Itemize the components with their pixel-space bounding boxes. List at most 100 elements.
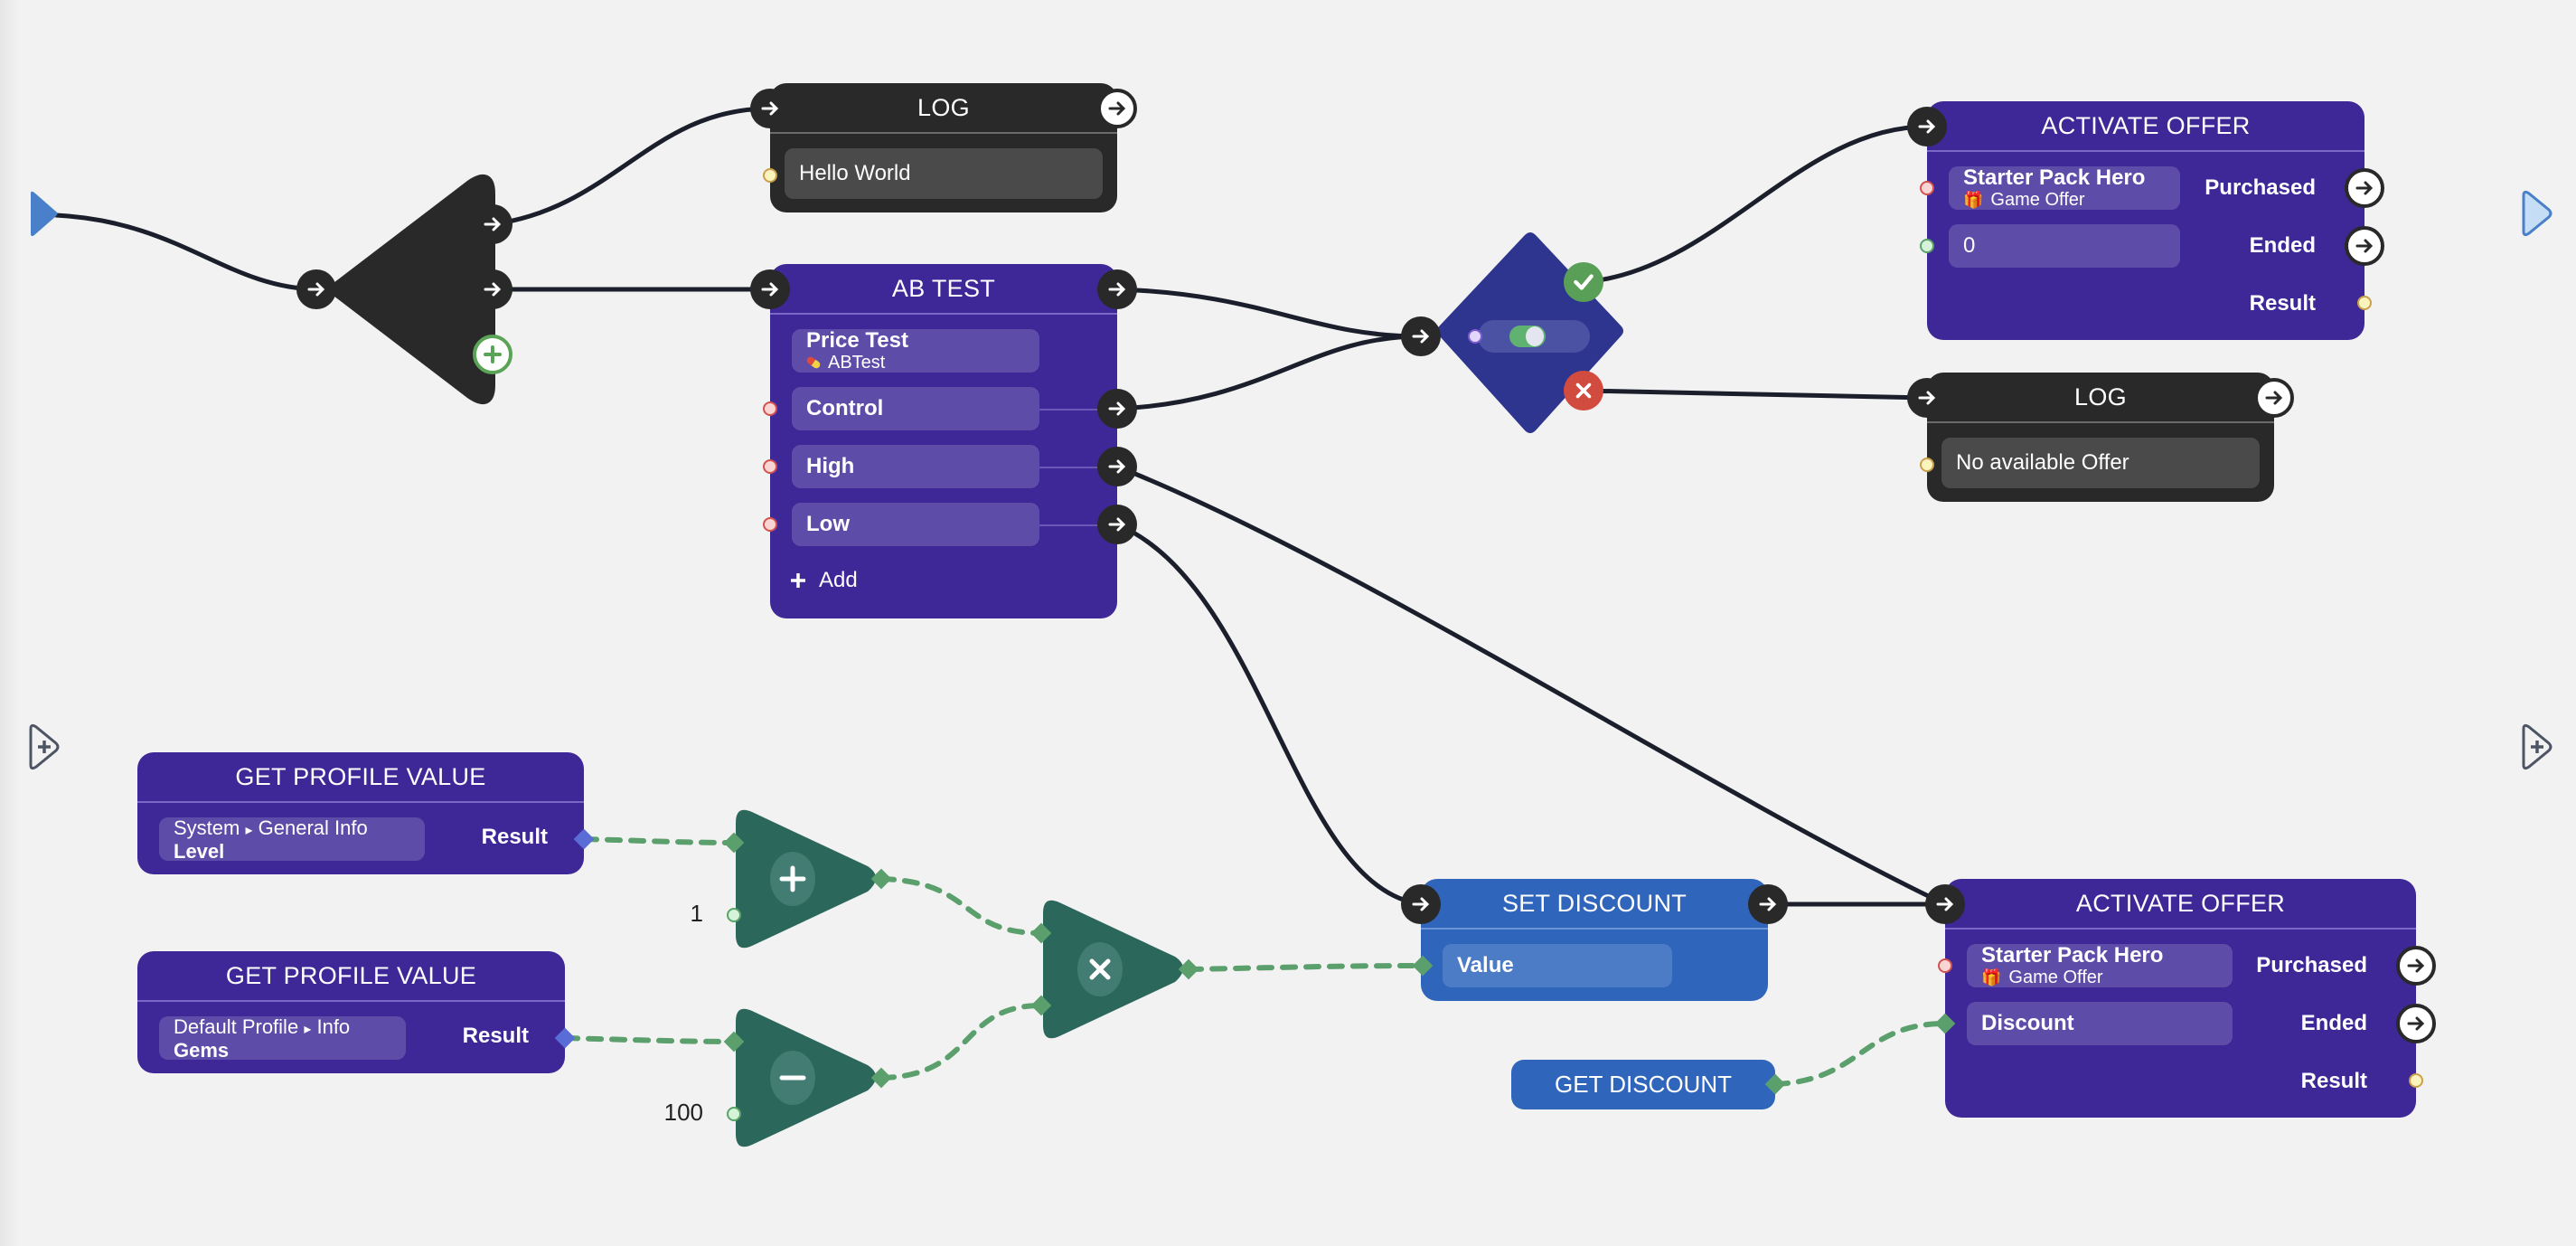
ab-variant-low[interactable]: Low: [792, 503, 1039, 546]
wire-gems-to-subtract[interactable]: [562, 1035, 737, 1044]
condition-flow-input-port[interactable]: [1401, 316, 1441, 356]
wire-low-to-set-discount[interactable]: [1114, 522, 1424, 907]
log-node-hello[interactable]: LOG Hello World: [770, 83, 1117, 212]
ab-variant-high[interactable]: High: [792, 445, 1039, 488]
arrow-right-icon: [1108, 517, 1126, 532]
log-message-value: Hello World: [799, 161, 911, 185]
log-hello-input-port[interactable]: [750, 89, 790, 128]
get-profile-value-gems[interactable]: GET PROFILE VALUE Default Profile ▸ Info…: [137, 951, 565, 1073]
end-flow-marker[interactable]: [2520, 188, 2556, 239]
add-input-marker[interactable]: [27, 722, 63, 772]
discount-input[interactable]: Discount: [1967, 1002, 2233, 1045]
wire-get-discount-to-offer[interactable]: [1772, 1021, 1948, 1087]
purchased-label: Purchased: [2256, 953, 2367, 977]
ab-test-output-port[interactable]: [1097, 269, 1137, 309]
result-label: Result: [2300, 1069, 2367, 1093]
minus-icon: [779, 1075, 806, 1081]
wire-true-to-activate-offer[interactable]: [1581, 124, 1930, 285]
discount-input-port[interactable]: [1920, 239, 1934, 253]
log-no-offer-message-port[interactable]: [1920, 458, 1934, 472]
high-weight-port[interactable]: [763, 459, 777, 474]
wire-add-to-multiply[interactable]: [879, 876, 1044, 936]
ab-test-node[interactable]: AB TEST Price Test ABTest Control High L…: [770, 264, 1117, 618]
wire-control-to-condition[interactable]: [1114, 334, 1423, 411]
wire-false-to-log[interactable]: [1581, 388, 1930, 401]
log-node-no-offer[interactable]: LOG No available Offer: [1927, 373, 2274, 502]
arrow-right-icon: [1108, 101, 1126, 116]
offer-input-port[interactable]: [1920, 181, 1934, 195]
result-output-port[interactable]: [2357, 296, 2372, 310]
log-no-offer-output-port[interactable]: [2254, 378, 2294, 418]
control-weight-port[interactable]: [763, 401, 777, 416]
sequence-add-output-button[interactable]: [473, 335, 512, 374]
low-weight-port[interactable]: [763, 517, 777, 532]
high-output-port[interactable]: [1097, 447, 1137, 486]
get-profile-value-level[interactable]: GET PROFILE VALUE System ▸ General Info …: [137, 752, 584, 874]
arrow-right-icon: [484, 282, 502, 297]
wire-abtest-to-condition[interactable]: [1114, 287, 1423, 339]
add-input-b-port[interactable]: [727, 908, 741, 922]
offer-input-port[interactable]: [1938, 958, 1952, 973]
condition-input-port[interactable]: [1468, 329, 1482, 344]
profile-field-selector[interactable]: Default Profile ▸ Info Gems: [159, 1015, 406, 1060]
arrow-right-icon: [761, 282, 779, 297]
log-hello-message-port[interactable]: [763, 168, 777, 183]
arrow-right-icon: [2265, 391, 2283, 405]
set-discount-node[interactable]: SET DISCOUNT Value: [1421, 879, 1768, 1001]
purchased-output-port[interactable]: [2345, 168, 2384, 208]
log-node-title: LOG: [1927, 373, 2274, 423]
wire-branch-to-log[interactable]: [490, 106, 773, 227]
ab-add-variant-button[interactable]: Add: [790, 568, 858, 593]
wire-level-to-add[interactable]: [581, 836, 737, 845]
ab-test-selector[interactable]: Price Test ABTest: [792, 329, 1039, 373]
result-output-port[interactable]: [2409, 1073, 2423, 1088]
log-no-offer-input-port[interactable]: [1907, 378, 1947, 418]
set-discount-input-port[interactable]: [1401, 884, 1441, 924]
activate-offer-node-bottom[interactable]: ACTIVATE OFFER Starter Pack Hero 🎁 Game O…: [1945, 879, 2416, 1118]
wire-start-to-branch[interactable]: [53, 212, 319, 292]
profile-sub-path: Info: [316, 1015, 351, 1038]
set-discount-output-port[interactable]: [1748, 884, 1788, 924]
activate-offer-node-top[interactable]: ACTIVATE OFFER Starter Pack Hero 🎁 Game O…: [1927, 101, 2364, 340]
control-output-port[interactable]: [1097, 389, 1137, 429]
offer-selector[interactable]: Starter Pack Hero 🎁 Game Offer: [1967, 944, 2233, 987]
ab-test-input-port[interactable]: [750, 269, 790, 309]
arrow-right-icon: [2355, 181, 2374, 195]
get-discount-node[interactable]: GET DISCOUNT: [1511, 1060, 1775, 1109]
add-output-marker[interactable]: [2520, 722, 2556, 772]
activate-offer-top-input-port[interactable]: [1907, 107, 1947, 146]
wire-multiply-to-set-discount[interactable]: [1186, 963, 1424, 972]
ended-output-port[interactable]: [2345, 226, 2384, 266]
add-constant-value[interactable]: 1: [669, 900, 703, 928]
log-hello-output-port[interactable]: [1097, 89, 1137, 128]
discount-input[interactable]: 0: [1949, 224, 2180, 268]
sequence-output-port-1[interactable]: [473, 204, 512, 244]
start-flow-marker[interactable]: [27, 188, 63, 239]
ab-test-title: AB TEST: [770, 264, 1117, 315]
log-message-value: No available Offer: [1956, 450, 2129, 475]
subtract-constant-value[interactable]: 100: [649, 1099, 703, 1127]
ended-label: Ended: [2249, 233, 2316, 258]
log-message-field[interactable]: Hello World: [785, 148, 1103, 199]
sequence-output-port-2[interactable]: [473, 269, 512, 309]
activate-offer-bottom-input-port[interactable]: [1925, 884, 1965, 924]
log-message-field[interactable]: No available Offer: [1941, 438, 2260, 488]
plus-icon: [779, 865, 806, 892]
condition-true-port[interactable]: [1564, 262, 1603, 302]
wire-high-to-activate-offer[interactable]: [1114, 464, 1948, 907]
ab-variant-control[interactable]: Control: [792, 387, 1039, 430]
wire-subtract-to-multiply[interactable]: [879, 1003, 1044, 1081]
discount-value-input[interactable]: Value: [1443, 944, 1672, 987]
profile-field-selector[interactable]: System ▸ General Info Level: [159, 817, 425, 861]
offer-selector[interactable]: Starter Pack Hero 🎁 Game Offer: [1949, 166, 2180, 210]
condition-false-port[interactable]: [1564, 371, 1603, 411]
set-discount-title: SET DISCOUNT: [1421, 879, 1768, 930]
ended-label: Ended: [2300, 1011, 2367, 1035]
caret-right-icon: ▸: [245, 822, 253, 838]
arrow-right-icon: [2407, 958, 2425, 973]
purchased-output-port[interactable]: [2396, 946, 2436, 986]
low-output-port[interactable]: [1097, 505, 1137, 544]
subtract-input-b-port[interactable]: [727, 1107, 741, 1121]
sequence-input-port[interactable]: [296, 269, 336, 309]
ended-output-port[interactable]: [2396, 1004, 2436, 1043]
